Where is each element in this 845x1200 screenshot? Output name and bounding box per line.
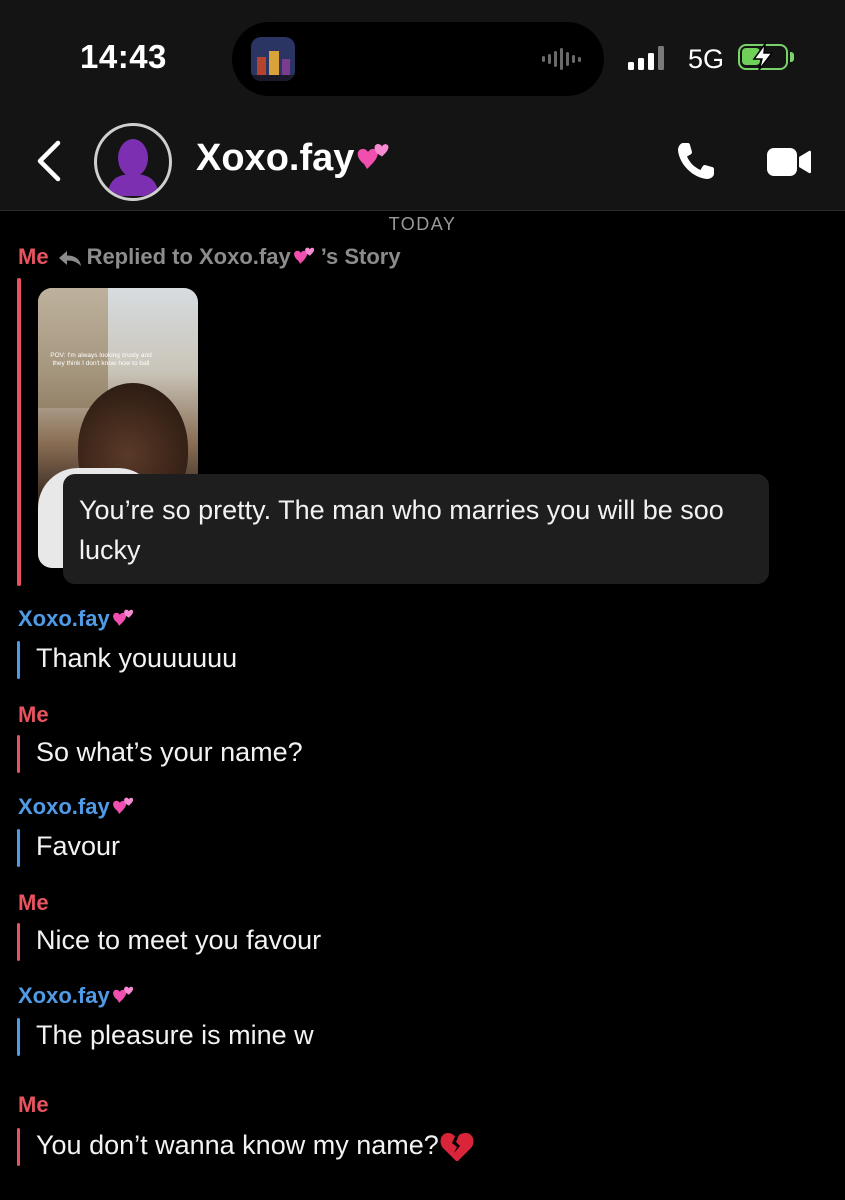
phone-icon[interactable] [674, 139, 718, 183]
sender-label: Xoxo.fay [18, 983, 140, 1010]
audio-wave-icon [542, 48, 584, 70]
message-text[interactable]: The pleasure is mine w [36, 1020, 314, 1051]
battery-charging-icon [738, 42, 788, 71]
message-text[interactable]: You don’t wanna know my name? [36, 1130, 475, 1164]
sender-label: Me [18, 1092, 49, 1117]
sender-label: Xoxo.fay [18, 794, 140, 821]
contact-name[interactable]: Xoxo.fay [196, 137, 398, 180]
network-type: 5G [688, 44, 725, 74]
battery-tip [790, 52, 794, 62]
message-accent-bar [17, 641, 20, 679]
pink-hearts-icon [358, 143, 389, 169]
now-playing-art-icon [251, 37, 295, 81]
message-accent-bar [17, 278, 21, 586]
message-accent-bar [17, 1128, 20, 1166]
pink-hearts-icon [293, 247, 314, 265]
message-accent-bar [17, 829, 20, 867]
pink-hearts-icon [112, 797, 133, 815]
message-text[interactable]: So what’s your name? [36, 737, 303, 768]
sender-label: Xoxo.fay [18, 606, 140, 633]
message-text[interactable]: Thank youuuuuu [36, 643, 237, 674]
replied-to-text: Replied to Xoxo.fay [86, 244, 291, 269]
message-text[interactable]: Favour [36, 831, 120, 862]
sender-label: Me [18, 244, 49, 269]
avatar-icon[interactable] [94, 123, 172, 201]
story-reply-text: You’re so pretty. The man who marries yo… [79, 495, 724, 565]
pink-hearts-icon [112, 609, 133, 627]
sender-label: Me [18, 702, 49, 727]
clock: 14:43 [80, 38, 167, 75]
chat-header: Xoxo.fay [0, 115, 845, 211]
story-reply-header: Me Replied to Xoxo.fay ’s Story [18, 244, 401, 271]
replied-to-suffix: ’s Story [320, 244, 401, 269]
back-chevron-icon[interactable] [32, 137, 68, 185]
message-accent-bar [17, 1018, 20, 1056]
message-accent-bar [17, 735, 20, 773]
pink-hearts-icon [112, 986, 133, 1004]
reply-arrow-icon [58, 251, 81, 267]
message-accent-bar [17, 923, 20, 961]
story-caption: POV: I'm always looking crusty and they … [50, 352, 152, 368]
sender-label: Me [18, 890, 49, 915]
message-text[interactable]: Nice to meet you favour [36, 925, 321, 956]
date-divider: TODAY [388, 214, 457, 234]
status-bar: 14:43 5G [0, 0, 845, 115]
contact-name-text: Xoxo.fay [196, 137, 355, 179]
broken-heart-icon [440, 1133, 474, 1161]
story-reply-bubble[interactable]: You’re so pretty. The man who marries yo… [63, 474, 769, 584]
video-camera-icon[interactable] [766, 145, 812, 179]
dynamic-island[interactable] [232, 22, 604, 96]
